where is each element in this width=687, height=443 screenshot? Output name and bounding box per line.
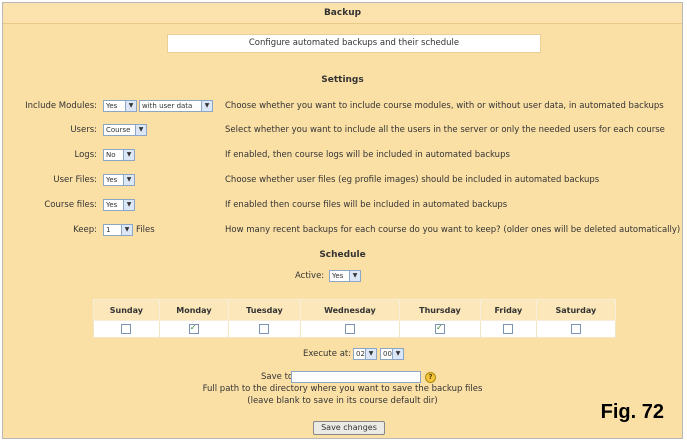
users-select[interactable]: Course ▼ <box>103 124 147 136</box>
save-changes-button[interactable]: Save changes <box>313 421 385 435</box>
day-header: Tuesday <box>228 299 301 321</box>
monday-checkbox[interactable] <box>188 323 199 334</box>
friday-checkbox[interactable] <box>503 323 514 334</box>
day-header: Saturday <box>535 299 617 321</box>
page-title: Backup <box>3 3 682 24</box>
course-files-description: If enabled then course files will be inc… <box>225 200 508 210</box>
chevron-down-icon: ▼ <box>349 271 360 281</box>
chevron-down-icon: ▼ <box>125 101 136 111</box>
course-files-label: Course files: <box>44 200 97 210</box>
sunday-checkbox[interactable] <box>121 323 132 334</box>
day-header: Friday <box>479 299 537 321</box>
wednesday-checkbox[interactable] <box>344 323 355 334</box>
logs-select[interactable]: No ▼ <box>103 149 135 161</box>
thursday-checkbox[interactable] <box>434 323 445 334</box>
keep-description: How many recent backups for each course … <box>225 225 681 235</box>
save-to-help-note: (leave blank to save in its course defau… <box>247 396 438 406</box>
include-modules-select[interactable]: Yes ▼ <box>103 100 137 112</box>
chevron-down-icon: ▼ <box>121 225 132 235</box>
chevron-down-icon: ▼ <box>392 349 403 359</box>
schedule-days-table: Sunday Monday Tuesday Wednesday Thursday… <box>93 299 617 338</box>
active-label: Active: <box>295 271 325 281</box>
backup-panel: Backup Configure automated backups and t… <box>2 2 683 439</box>
page-subtitle: Configure automated backups and their sc… <box>167 34 541 53</box>
user-files-description: Choose whether user files (eg profile im… <box>225 175 600 185</box>
keep-files-suffix: Files <box>136 225 155 235</box>
logs-description: If enabled, then course logs will be inc… <box>225 150 510 160</box>
logs-label: Logs: <box>74 150 97 160</box>
active-select[interactable]: Yes ▼ <box>329 270 361 282</box>
include-modules-userdata-select[interactable]: with user data ▼ <box>139 100 213 112</box>
save-to-help: Full path to the directory where you wan… <box>202 384 483 394</box>
figure-label: Fig. 72 <box>600 401 664 423</box>
schedule-heading: Schedule <box>319 250 366 260</box>
saturday-checkbox[interactable] <box>570 323 581 334</box>
chevron-down-icon: ▼ <box>123 200 134 210</box>
chevron-down-icon: ▼ <box>123 150 134 160</box>
course-files-select[interactable]: Yes ▼ <box>103 199 135 211</box>
keep-select[interactable]: 1 ▼ <box>103 224 133 236</box>
execute-hour-select[interactable]: 02 ▼ <box>353 348 377 360</box>
include-modules-label: Include Modules: <box>25 101 97 111</box>
settings-heading: Settings <box>321 75 364 85</box>
include-modules-description: Choose whether you want to include cours… <box>225 101 664 111</box>
user-files-select[interactable]: Yes ▼ <box>103 174 135 186</box>
tuesday-checkbox[interactable] <box>259 323 270 334</box>
user-files-label: User Files: <box>53 175 97 185</box>
users-description: Select whether you want to include all t… <box>225 125 665 135</box>
day-header: Thursday <box>398 299 481 321</box>
chevron-down-icon: ▼ <box>365 349 376 359</box>
chevron-down-icon: ▼ <box>201 101 212 111</box>
users-label: Users: <box>70 125 97 135</box>
chevron-down-icon: ▼ <box>123 175 134 185</box>
execute-at-label: Execute at: <box>303 349 352 359</box>
keep-label: Keep: <box>73 225 97 235</box>
help-icon[interactable]: ? <box>425 372 436 383</box>
chevron-down-icon: ▼ <box>135 125 146 135</box>
save-to-input[interactable] <box>291 371 421 383</box>
execute-minute-select[interactable]: 00 ▼ <box>380 348 404 360</box>
day-header: Wednesday <box>299 299 400 321</box>
day-header: Sunday <box>93 299 160 321</box>
day-header: Monday <box>158 299 230 321</box>
